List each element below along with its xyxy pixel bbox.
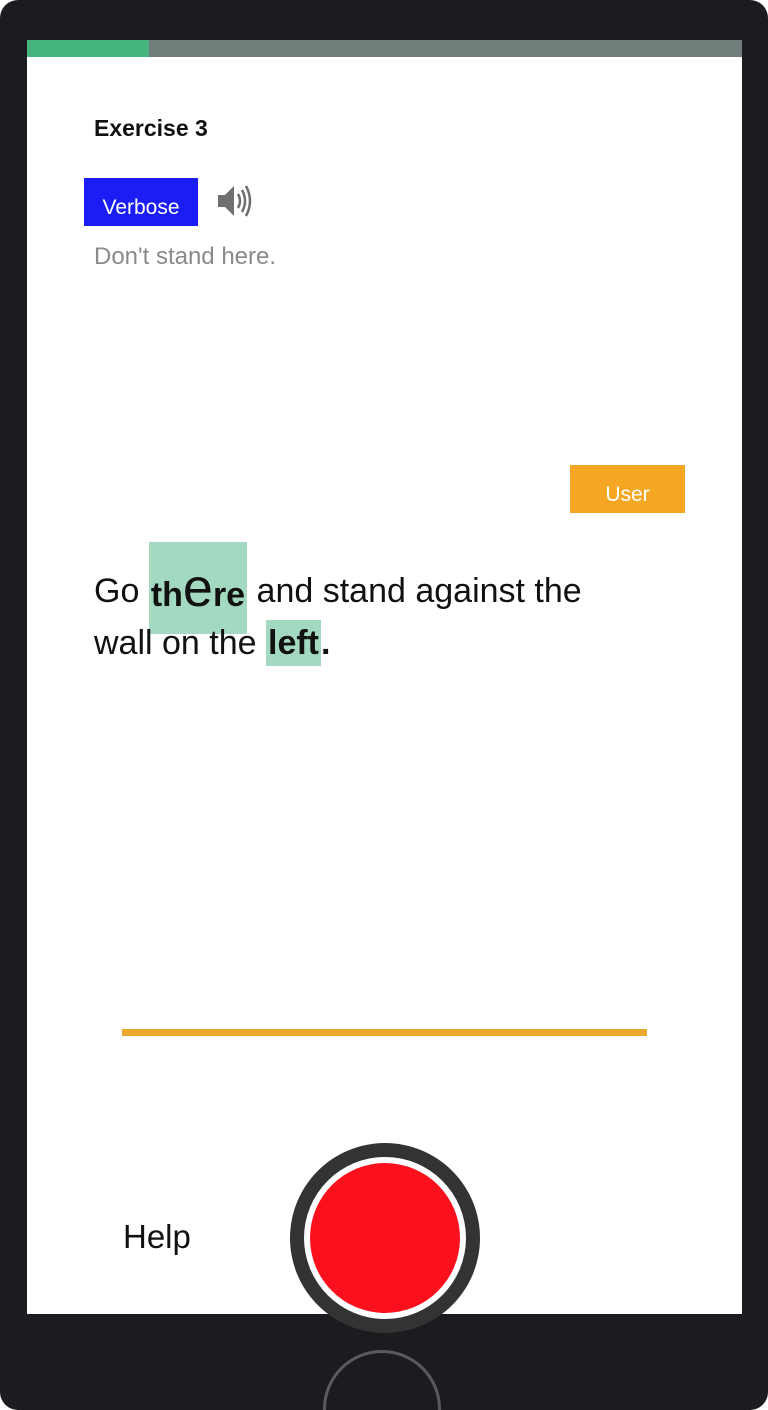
word-go: Go — [94, 572, 140, 610]
word-there-stressed-e: e — [182, 558, 213, 619]
record-icon — [310, 1163, 460, 1313]
word-left: left — [268, 624, 319, 662]
highlight-word-left[interactable]: left — [266, 620, 321, 666]
audio-level-line — [122, 1029, 647, 1036]
progress-fill — [27, 40, 149, 57]
home-button[interactable] — [323, 1350, 441, 1410]
target-sentence: Go there and stand against the wall on t… — [94, 542, 694, 668]
verbose-button[interactable]: Verbose — [84, 178, 198, 226]
app-screen: Exercise 3 Verbose Don't stand here. Use… — [27, 40, 742, 1314]
exercise-title: Exercise 3 — [94, 115, 208, 141]
progress-bar — [27, 40, 742, 57]
word-there-re: re — [212, 576, 246, 615]
prompt-hint: Don't stand here. — [94, 243, 277, 270]
speaker-icon[interactable] — [215, 182, 255, 220]
sentence-middle: and stand against the — [256, 572, 582, 610]
device-frame: Exercise 3 Verbose Don't stand here. Use… — [0, 0, 768, 1410]
sentence-period: . — [321, 624, 331, 662]
word-there-th: th — [150, 576, 183, 615]
help-button[interactable]: Help — [123, 1218, 191, 1256]
user-button[interactable]: User — [570, 465, 685, 513]
sentence-line-2-start: wall on the — [94, 624, 257, 662]
record-button[interactable] — [290, 1143, 480, 1333]
